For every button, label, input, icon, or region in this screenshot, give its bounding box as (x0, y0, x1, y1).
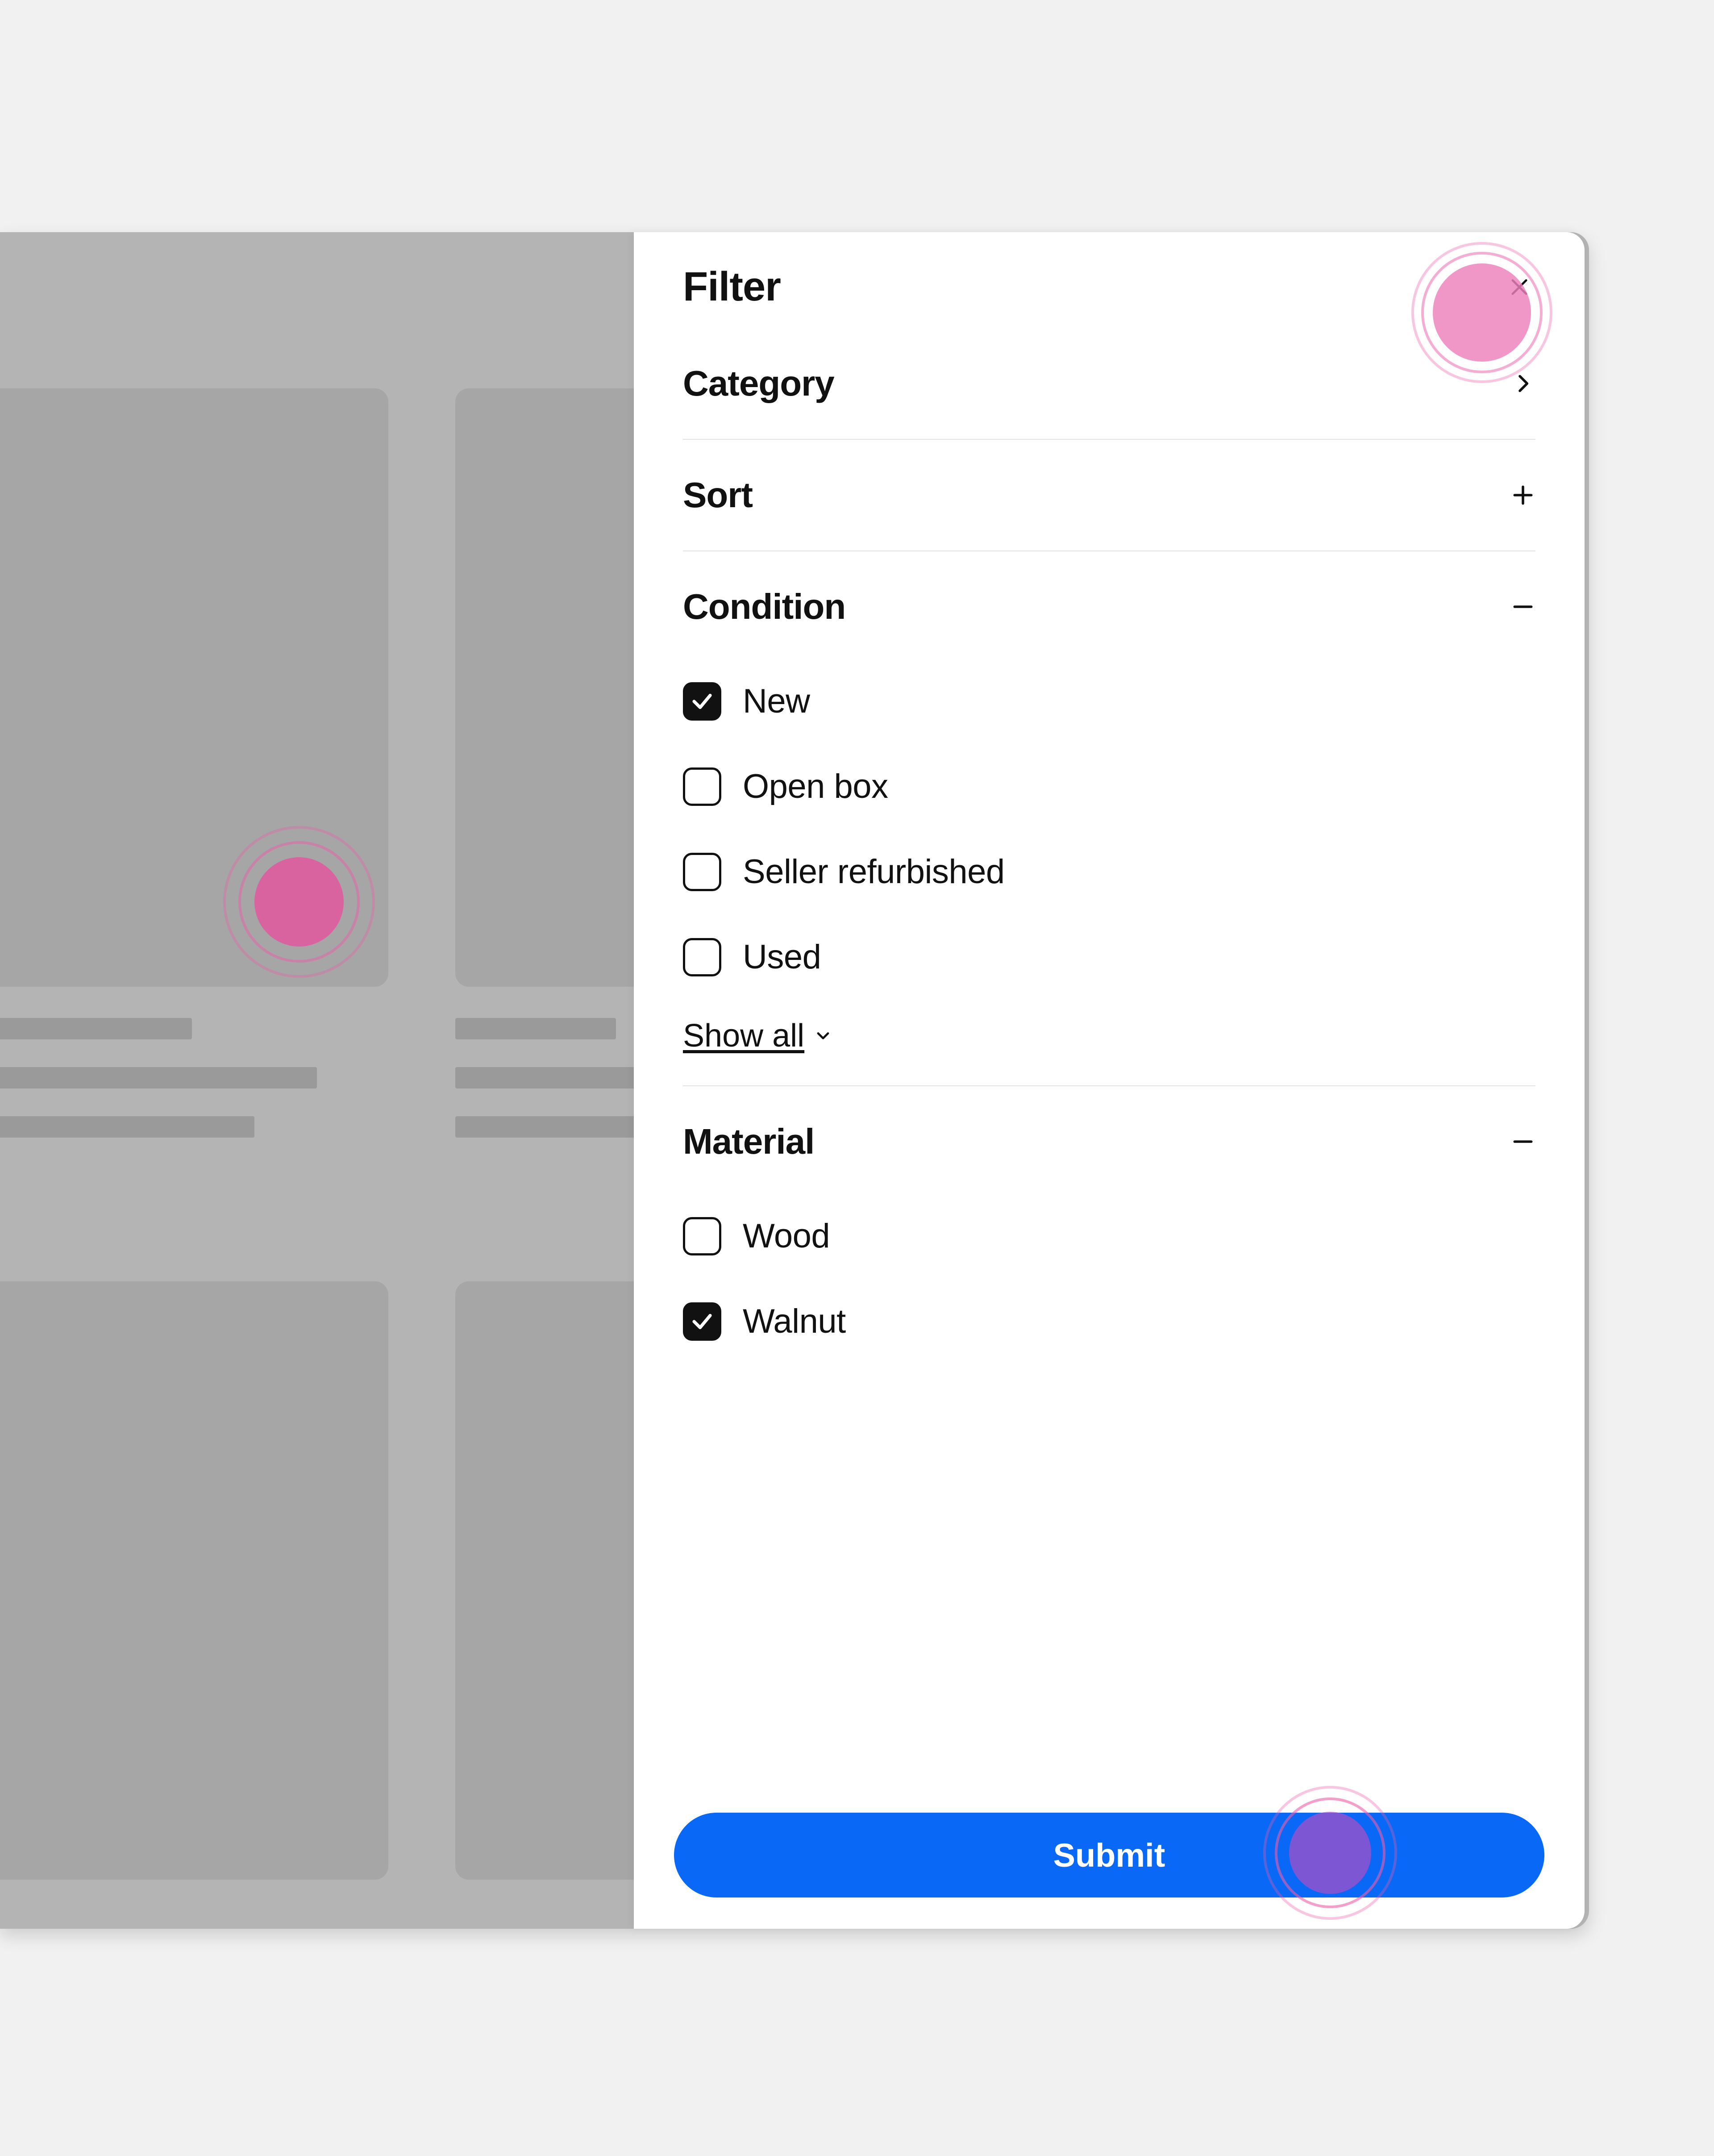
placeholder-card (0, 388, 388, 987)
section-condition[interactable]: Condition (683, 551, 1535, 641)
option-label: Used (743, 938, 821, 976)
filter-panel: Filter Category Sort Condi (634, 232, 1585, 1929)
section-sort[interactable]: Sort (683, 440, 1535, 551)
show-all-label: Show all (683, 1018, 804, 1054)
plus-icon (1510, 483, 1535, 508)
minus-icon (1510, 1129, 1535, 1154)
placeholder-line (0, 1116, 254, 1138)
checkbox-checked-icon (683, 682, 721, 721)
chevron-right-icon (1510, 371, 1535, 396)
checkbox-option[interactable]: Used (683, 914, 1535, 1000)
close-button[interactable] (1503, 271, 1535, 303)
option-label: Walnut (743, 1302, 846, 1341)
section-material[interactable]: Material (683, 1086, 1535, 1176)
checkbox-unchecked-icon (683, 938, 721, 976)
option-label: Open box (743, 767, 888, 806)
chevron-down-icon (813, 1026, 833, 1046)
section-label-material: Material (683, 1121, 814, 1162)
checkbox-option[interactable]: Seller refurbished (683, 829, 1535, 914)
checkbox-unchecked-icon (683, 1217, 721, 1255)
placeholder-line (0, 1018, 192, 1039)
panel-title: Filter (683, 263, 781, 310)
checkbox-option[interactable]: New (683, 659, 1535, 744)
placeholder-card (0, 1281, 388, 1880)
option-label: Wood (743, 1217, 830, 1255)
section-category[interactable]: Category (683, 328, 1535, 440)
checkbox-option[interactable]: Wood (683, 1193, 1535, 1279)
submit-button[interactable]: Submit (674, 1813, 1544, 1897)
checkbox-option[interactable]: Walnut (683, 1279, 1535, 1341)
checkbox-option[interactable]: Open box (683, 744, 1535, 829)
section-label-condition: Condition (683, 586, 845, 627)
checkbox-checked-icon (683, 1302, 721, 1341)
section-label-sort: Sort (683, 475, 753, 516)
close-icon (1508, 275, 1531, 299)
option-label: New (743, 682, 810, 721)
placeholder-line (455, 1018, 616, 1039)
submit-label: Submit (1053, 1836, 1165, 1874)
option-label: Seller refurbished (743, 852, 1005, 891)
condition-options: New Open box Seller refurbished Used Sho… (683, 641, 1535, 1085)
show-all-link[interactable]: Show all (683, 1018, 833, 1054)
checkbox-unchecked-icon (683, 767, 721, 806)
checkbox-unchecked-icon (683, 853, 721, 891)
section-label-category: Category (683, 363, 834, 404)
minus-icon (1510, 594, 1535, 619)
placeholder-line (0, 1067, 317, 1088)
material-options: Wood Walnut (683, 1176, 1535, 1341)
